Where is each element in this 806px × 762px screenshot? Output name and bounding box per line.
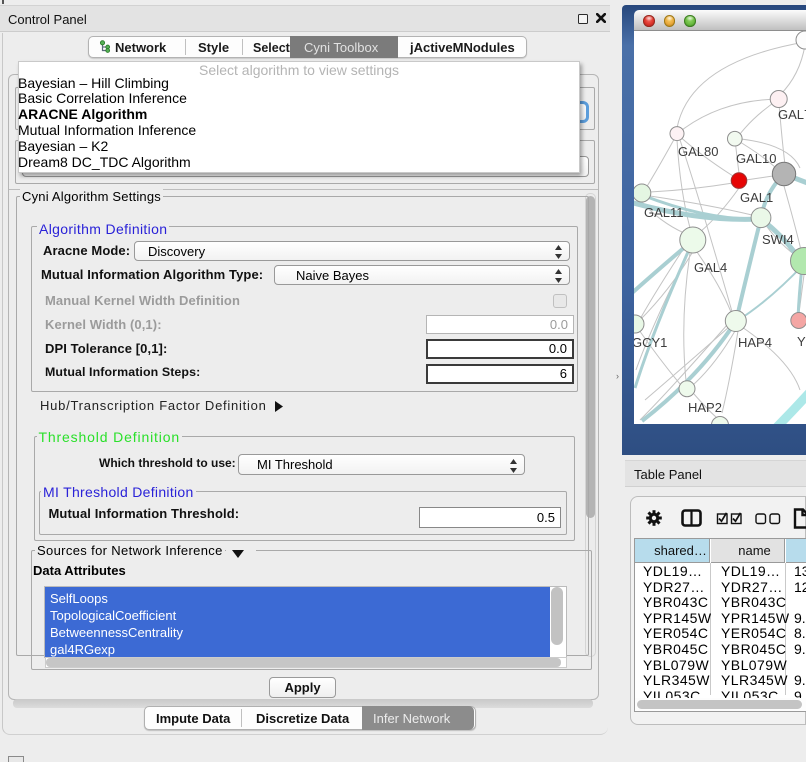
- svg-text:GAL11: GAL11: [644, 205, 684, 220]
- svg-text:HAP4: HAP4: [738, 335, 772, 350]
- svg-text:Y: Y: [797, 334, 806, 349]
- svg-text:SWI4: SWI4: [762, 232, 794, 247]
- svg-text:GCY1: GCY1: [634, 335, 667, 350]
- svg-text:GAL80: GAL80: [678, 144, 718, 159]
- svg-text:HAP2: HAP2: [688, 400, 722, 415]
- svg-text:GAL4: GAL4: [694, 260, 727, 275]
- svg-text:GAL7: GAL7: [778, 107, 806, 122]
- svg-text:GAL1: GAL1: [740, 190, 773, 205]
- svg-text:GAL10: GAL10: [736, 151, 776, 166]
